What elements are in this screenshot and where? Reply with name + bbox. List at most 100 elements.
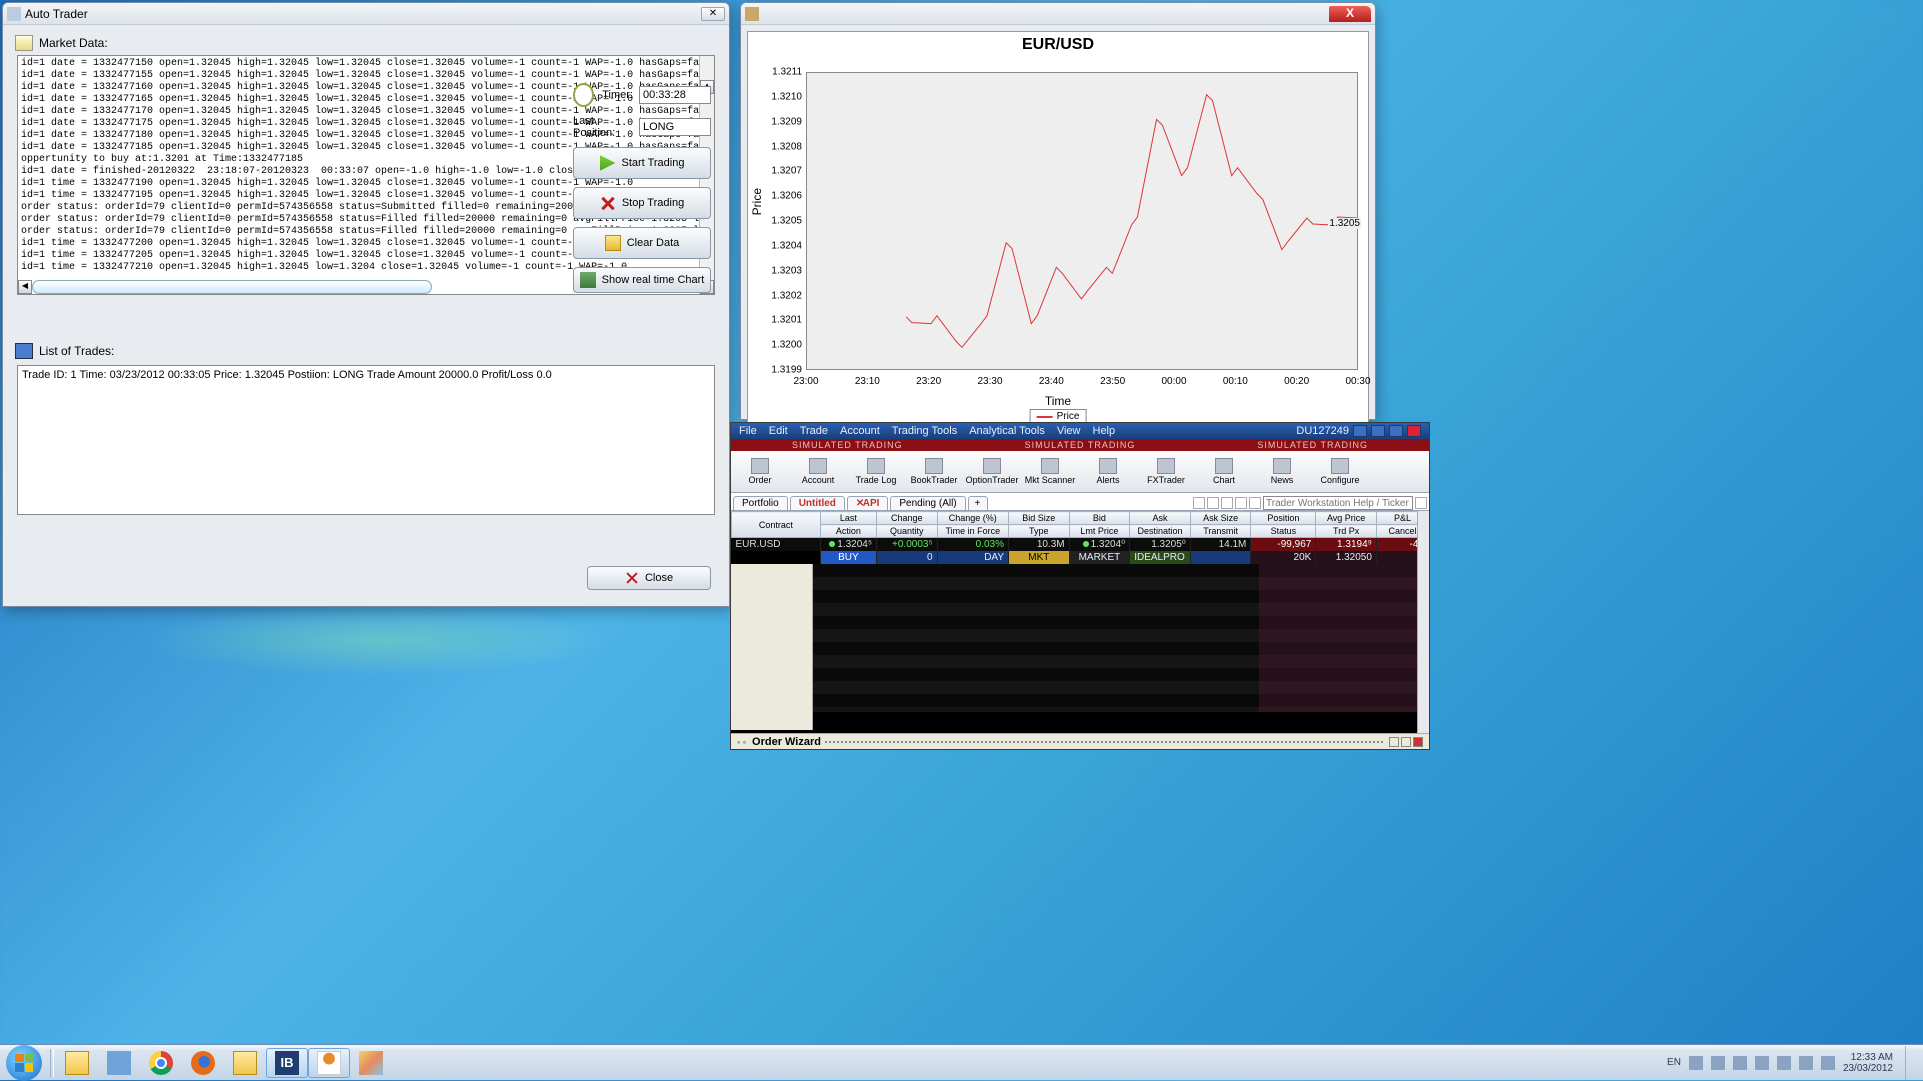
col-last[interactable]: Last bbox=[820, 512, 876, 525]
scroll-thumb[interactable] bbox=[32, 280, 432, 294]
chart-close-button[interactable]: X bbox=[1329, 6, 1371, 22]
search-input[interactable] bbox=[1263, 496, 1413, 510]
symbol-row[interactable]: EUR.USD 1.3204⁵ +0.0003⁵ 0.03% 10.3M 1.3… bbox=[732, 538, 1429, 551]
start-trading-button[interactable]: Start Trading bbox=[573, 147, 711, 179]
ib-taskbar-button[interactable]: IB bbox=[266, 1048, 308, 1078]
quote-grid[interactable]: Contract Last Change Change (%) Bid Size… bbox=[731, 511, 1429, 730]
paint-taskbar-button[interactable] bbox=[350, 1048, 392, 1078]
clear-data-button[interactable]: Clear Data bbox=[573, 227, 711, 259]
stop-trading-button[interactable]: Stop Trading bbox=[573, 187, 711, 219]
col-bid[interactable]: Bid bbox=[1069, 512, 1130, 525]
grid-scrollbar[interactable] bbox=[1417, 511, 1429, 733]
tray-icon[interactable] bbox=[1689, 1056, 1703, 1070]
show-desktop-button[interactable] bbox=[1905, 1046, 1917, 1080]
close-button[interactable]: Close bbox=[587, 566, 711, 590]
toolbar-icon[interactable] bbox=[1235, 497, 1247, 509]
col-avg-price[interactable]: Avg Price bbox=[1316, 512, 1377, 525]
toolbar-icon[interactable] bbox=[1207, 497, 1219, 509]
toolbar-icon[interactable] bbox=[1221, 497, 1233, 509]
chart-titlebar[interactable]: X bbox=[741, 3, 1375, 25]
last-position-input[interactable] bbox=[639, 118, 711, 136]
menu-help[interactable]: Help bbox=[1093, 425, 1116, 437]
explorer-taskbar-button[interactable] bbox=[56, 1048, 98, 1078]
tool-chart[interactable]: Chart bbox=[1195, 451, 1253, 492]
tool-account[interactable]: Account bbox=[789, 451, 847, 492]
tool-optiontrader[interactable]: OptionTrader bbox=[963, 451, 1021, 492]
menu-analytical-tools[interactable]: Analytical Tools bbox=[969, 425, 1045, 437]
order-row[interactable]: BUY 0 DAY MKT MARKET IDEALPRO 20K 1.3205… bbox=[732, 551, 1429, 564]
minimize-button[interactable] bbox=[1371, 425, 1385, 437]
trade-row[interactable]: Trade ID: 1 Time: 03/23/2012 00:33:05 Pr… bbox=[22, 369, 710, 381]
col-contract[interactable]: Contract bbox=[732, 512, 821, 538]
timer-input[interactable] bbox=[639, 86, 711, 104]
close-button[interactable] bbox=[1407, 425, 1421, 437]
col-lmt[interactable]: Lmt Price bbox=[1069, 525, 1130, 538]
trades-list[interactable]: Trade ID: 1 Time: 03/23/2012 00:33:05 Pr… bbox=[17, 365, 715, 515]
tool-booktrader[interactable]: BookTrader bbox=[905, 451, 963, 492]
close-window-button[interactable]: ✕ bbox=[701, 7, 725, 21]
col-quantity[interactable]: Quantity bbox=[877, 525, 938, 538]
order-wizard-bar[interactable]: ◦ ◦ Order Wizard bbox=[731, 733, 1429, 749]
tool-alerts[interactable]: Alerts bbox=[1079, 451, 1137, 492]
tab-portfolio[interactable]: Portfolio bbox=[733, 496, 788, 510]
col-ask[interactable]: Ask bbox=[1130, 512, 1191, 525]
col-status[interactable]: Status bbox=[1251, 525, 1316, 538]
language-indicator[interactable]: EN bbox=[1667, 1057, 1681, 1068]
chart-plot-area[interactable]: 1.3205 bbox=[806, 72, 1358, 370]
tray-icon[interactable] bbox=[1711, 1056, 1725, 1070]
battery-icon[interactable] bbox=[1799, 1056, 1813, 1070]
wizard-icon[interactable] bbox=[1401, 737, 1411, 747]
apps-taskbar-button[interactable] bbox=[98, 1048, 140, 1078]
col-trdpx[interactable]: Trd Px bbox=[1316, 525, 1377, 538]
col-bid-size[interactable]: Bid Size bbox=[1009, 512, 1070, 525]
flag-icon[interactable] bbox=[1755, 1056, 1769, 1070]
toolbar-icon[interactable] bbox=[1193, 497, 1205, 509]
maximize-button[interactable] bbox=[1389, 425, 1403, 437]
col-change-pct[interactable]: Change (%) bbox=[937, 512, 1008, 525]
tab-api[interactable]: ✕ API bbox=[847, 496, 888, 510]
firefox-taskbar-button[interactable] bbox=[182, 1048, 224, 1078]
volume-icon[interactable] bbox=[1821, 1056, 1835, 1070]
separator bbox=[50, 1049, 54, 1077]
toolbar-icon[interactable] bbox=[1249, 497, 1261, 509]
network-icon[interactable] bbox=[1777, 1056, 1791, 1070]
col-dest[interactable]: Destination bbox=[1130, 525, 1191, 538]
tool-fxtrader[interactable]: FXTrader bbox=[1137, 451, 1195, 492]
tool-configure[interactable]: Configure bbox=[1311, 451, 1369, 492]
menu-trade[interactable]: Trade bbox=[800, 425, 828, 437]
tray-icon[interactable] bbox=[1733, 1056, 1747, 1070]
col-tif[interactable]: Time in Force bbox=[937, 525, 1008, 538]
col-transmit[interactable]: Transmit bbox=[1190, 525, 1251, 538]
menu-edit[interactable]: Edit bbox=[769, 425, 788, 437]
menu-account[interactable]: Account bbox=[840, 425, 880, 437]
tool-news[interactable]: News bbox=[1253, 451, 1311, 492]
menu-trading-tools[interactable]: Trading Tools bbox=[892, 425, 957, 437]
col-change[interactable]: Change bbox=[877, 512, 938, 525]
folder-taskbar-button[interactable] bbox=[224, 1048, 266, 1078]
col-ask-size[interactable]: Ask Size bbox=[1190, 512, 1251, 525]
show-chart-button[interactable]: Show real time Chart bbox=[573, 267, 711, 293]
tool-mkt-scanner[interactable]: Mkt Scanner bbox=[1021, 451, 1079, 492]
tab-add-button[interactable]: + bbox=[968, 496, 988, 510]
search-icon[interactable] bbox=[1415, 497, 1427, 509]
tool-order[interactable]: Order bbox=[731, 451, 789, 492]
taskbar-clock[interactable]: 12:33 AM 23/03/2012 bbox=[1843, 1052, 1893, 1074]
tool-trade-log[interactable]: Trade Log bbox=[847, 451, 905, 492]
wizard-icon[interactable] bbox=[1389, 737, 1399, 747]
header-row-1: Contract Last Change Change (%) Bid Size… bbox=[732, 512, 1429, 525]
java-taskbar-button[interactable] bbox=[308, 1048, 350, 1078]
tool-icon bbox=[1157, 458, 1175, 474]
tab-pending[interactable]: Pending (All) bbox=[890, 496, 965, 510]
col-action[interactable]: Action bbox=[820, 525, 876, 538]
scroll-left-button[interactable]: ◀ bbox=[18, 280, 32, 294]
tab-untitled[interactable]: Untitled bbox=[790, 496, 845, 510]
menu-file[interactable]: File bbox=[739, 425, 757, 437]
menu-view[interactable]: View bbox=[1057, 425, 1081, 437]
wizard-close-icon[interactable] bbox=[1413, 737, 1423, 747]
chrome-taskbar-button[interactable] bbox=[140, 1048, 182, 1078]
col-position[interactable]: Position bbox=[1251, 512, 1316, 525]
settings-icon[interactable] bbox=[1353, 425, 1367, 437]
titlebar[interactable]: Auto Trader ✕ bbox=[3, 3, 729, 25]
col-type[interactable]: Type bbox=[1009, 525, 1070, 538]
start-button[interactable] bbox=[6, 1045, 42, 1081]
